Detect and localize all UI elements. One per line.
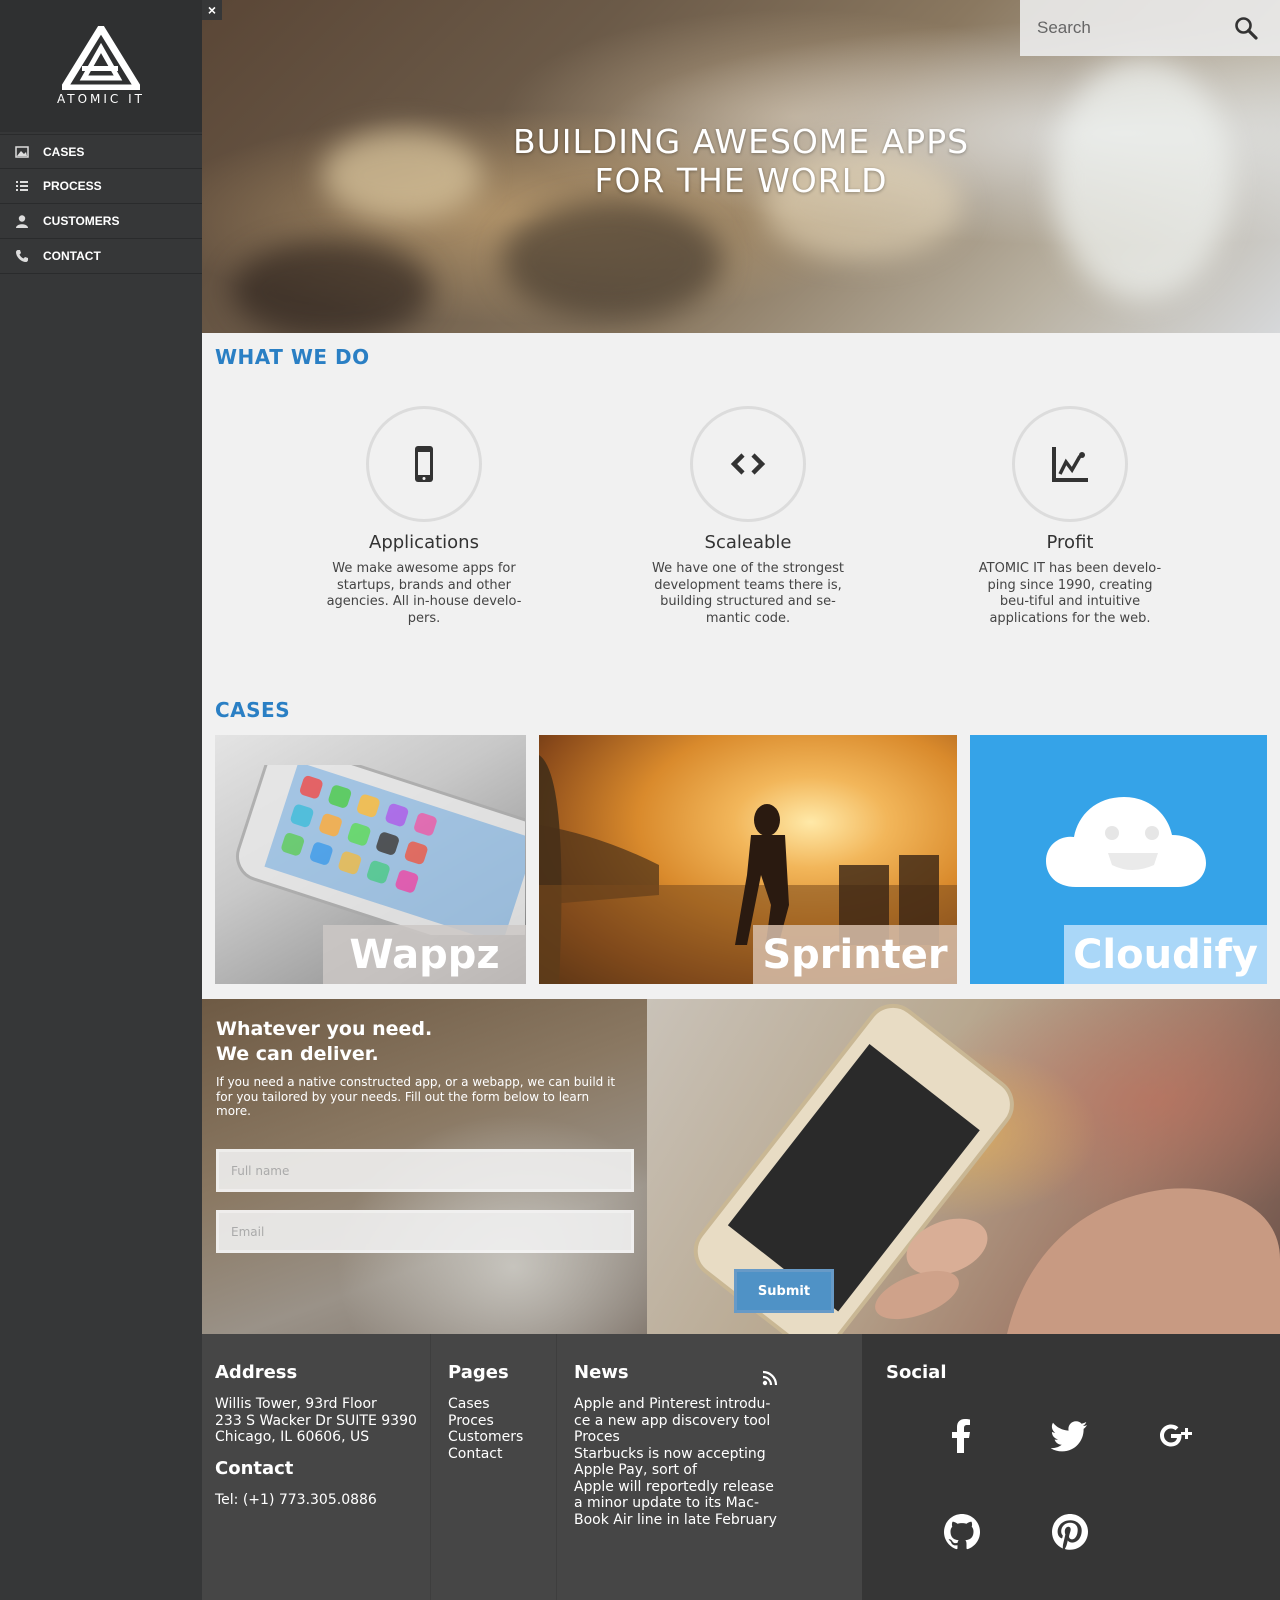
search-box (1020, 0, 1280, 56)
search-input[interactable] (1037, 18, 1237, 38)
news-item[interactable]: Starbucks is now accepting (574, 1446, 777, 1463)
sidebar: ATOMIC IT CASES PROCESS CUSTOMERS CONTAC… (0, 0, 202, 1600)
close-sidebar-button[interactable]: × (202, 0, 222, 20)
address-title: Address (215, 1362, 298, 1383)
case-card-wappz[interactable]: Wappz (215, 735, 526, 984)
address-line: 233 S Wacker Dr SUITE 9390 (215, 1412, 417, 1429)
hero-title: BUILDING AWESOME APPS FOR THE WORLD (202, 122, 1280, 200)
sidebar-item-label: CUSTOMERS (43, 214, 120, 228)
cloud-smiley-icon (1046, 797, 1206, 887)
sidebar-item-label: PROCESS (43, 179, 102, 193)
pinterest-icon[interactable] (1048, 1510, 1092, 1554)
phone-icon (14, 249, 30, 263)
cta-heading-line: We can deliver. (216, 1043, 379, 1065)
news-title: News (574, 1362, 629, 1383)
news-item[interactable]: a minor update to its Mac- (574, 1495, 777, 1512)
sidebar-nav: CASES PROCESS CUSTOMERS CONTACT (0, 134, 202, 274)
news-item[interactable]: Apple and Pinterest introdu- (574, 1396, 777, 1413)
service-profit: Profit ATOMIC IT has been develo-ping si… (960, 406, 1180, 627)
social-title: Social (886, 1362, 947, 1383)
hero-title-line: FOR THE WORLD (594, 161, 888, 200)
cases-title: CASES (215, 698, 291, 722)
service-title: Profit (1046, 532, 1094, 553)
contact-title: Contact (215, 1458, 294, 1479)
what-we-do-title: WHAT WE DO (215, 345, 370, 369)
service-text: We make awesome apps for startups, brand… (326, 561, 522, 626)
hero-bg-shape (232, 240, 432, 333)
tablet-icon (415, 446, 433, 482)
full-name-field[interactable] (216, 1149, 634, 1192)
footer: Address Willis Tower, 93rd Floor 233 S W… (202, 1334, 1280, 1600)
footer-link-customers[interactable]: Customers (448, 1429, 523, 1446)
news-item[interactable]: Apple will reportedly release (574, 1479, 777, 1496)
sidebar-item-customers[interactable]: CUSTOMERS (0, 204, 202, 239)
sidebar-item-cases[interactable]: CASES (0, 134, 202, 169)
facebook-icon[interactable] (940, 1414, 984, 1458)
hero-title-line: BUILDING AWESOME APPS (512, 122, 970, 161)
address-text: Willis Tower, 93rd Floor 233 S Wacker Dr… (215, 1396, 417, 1446)
list-icon (14, 179, 30, 193)
pages-list: Cases Proces Customers Contact (448, 1396, 523, 1462)
submit-button[interactable]: Submit (734, 1269, 834, 1313)
github-icon[interactable] (940, 1510, 984, 1554)
sidebar-item-contact[interactable]: CONTACT (0, 239, 202, 274)
news-item[interactable]: Proces (574, 1429, 777, 1446)
service-title: Applications (369, 532, 479, 553)
hero-bg-shape (502, 200, 722, 320)
twitter-icon[interactable] (1048, 1414, 1092, 1458)
footer-divider (430, 1334, 431, 1600)
footer-link-proces[interactable]: Proces (448, 1413, 523, 1430)
footer-link-contact[interactable]: Contact (448, 1446, 523, 1463)
sidebar-item-label: CASES (43, 144, 85, 159)
case-card-cloudify[interactable]: Cloudify (970, 735, 1267, 984)
service-icon-circle (366, 406, 482, 522)
footer-divider (556, 1334, 557, 1600)
phone-photo-illustration (236, 765, 525, 935)
logo-text: ATOMIC IT (56, 92, 145, 106)
email-field[interactable] (216, 1210, 634, 1253)
logo[interactable]: ATOMIC IT (0, 0, 202, 132)
address-line: Willis Tower, 93rd Floor (215, 1396, 377, 1412)
news-item[interactable]: Apple Pay, sort of (574, 1462, 777, 1479)
sidebar-item-process[interactable]: PROCESS (0, 169, 202, 204)
service-text: ATOMIC IT has been develo-ping since 199… (978, 561, 1162, 626)
news-item[interactable]: Book Air line in late February (574, 1512, 777, 1529)
case-card-sprinter[interactable]: Sprinter (539, 735, 957, 984)
service-scaleable: Scaleable We have one of the strongest d… (638, 406, 858, 627)
telephone: Tel: (+1) 773.305.0886 (215, 1492, 377, 1508)
cta-heading-line: Whatever you need. (216, 1018, 433, 1040)
search-icon[interactable] (1234, 16, 1258, 40)
rss-icon[interactable] (762, 1370, 778, 1386)
case-label: Wappz (323, 925, 526, 984)
user-icon (14, 214, 30, 228)
address-line: Chicago, IL 60606, US (215, 1429, 370, 1445)
footer-link-cases[interactable]: Cases (448, 1396, 523, 1413)
service-text: We have one of the strongest development… (652, 561, 844, 626)
case-label: Cloudify (1064, 925, 1267, 984)
case-label: Sprinter (753, 925, 957, 984)
image-icon (14, 145, 30, 159)
service-applications: Applications We make awesome apps for st… (314, 406, 534, 627)
contact-form-section: Whatever you need. We can deliver. If yo… (202, 999, 1280, 1334)
google-plus-icon[interactable] (1154, 1414, 1198, 1458)
cta-heading: Whatever you need. We can deliver. (216, 1017, 432, 1067)
social-column: Social (862, 1334, 1280, 1600)
code-icon (730, 453, 766, 475)
service-title: Scaleable (704, 532, 792, 553)
service-icon-circle (690, 406, 806, 522)
pages-title: Pages (448, 1362, 509, 1383)
logo-mark-icon (62, 26, 140, 90)
news-item[interactable]: ce a new app discovery tool (574, 1413, 777, 1430)
chart-icon (1052, 447, 1088, 482)
service-icon-circle (1012, 406, 1128, 522)
sidebar-item-label: CONTACT (43, 249, 101, 263)
news-list: Apple and Pinterest introdu- ce a new ap… (574, 1396, 777, 1528)
cta-intro: If you need a native constructed app, or… (216, 1075, 616, 1118)
